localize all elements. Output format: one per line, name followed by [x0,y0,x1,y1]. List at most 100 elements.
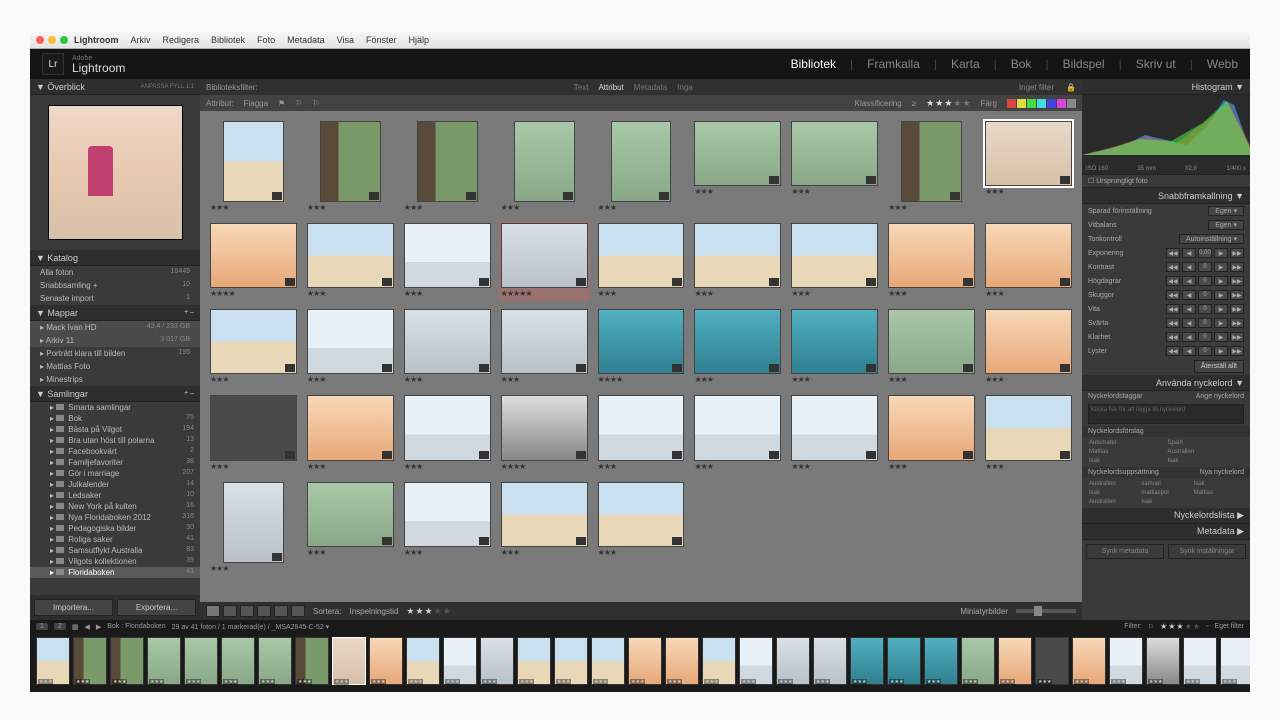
keyword-set-item[interactable]: Mattias [1193,489,1244,497]
grid-cell[interactable]: ★★★★★ [499,221,590,301]
menu-bibliotek[interactable]: Bibliotek [211,35,245,45]
keyword-set-item[interactable]: Isak [1088,489,1139,497]
module-bibliotek[interactable]: Bibliotek [791,57,836,71]
module-bildspel[interactable]: Bildspel [1063,57,1105,71]
filmstrip-thumb[interactable]: ★★★ [924,637,958,685]
compare-view-icon[interactable] [240,605,254,617]
keyword-entry[interactable]: Klicka här för att lägga till nyckelord [1088,404,1244,424]
keyword-suggestion[interactable]: Automater [1088,439,1166,447]
grid-cell[interactable]: ★★★ [983,221,1074,301]
toolbar-rating[interactable]: ★★★★★ [406,606,450,617]
grid-cell[interactable]: ★★★★ [499,393,590,473]
color-swatch[interactable] [1037,99,1046,108]
color-swatch[interactable] [1057,99,1066,108]
filmstrip-thumb[interactable]: ★★★ [628,637,662,685]
filmstrip-thumb[interactable]: ★★★ [1220,637,1250,685]
grid-cell[interactable]: ★★★ [499,119,590,215]
flag-unflagged-icon[interactable]: ⚐ [295,99,302,108]
grid-cell[interactable]: ★★★ [789,307,880,387]
menu-redigera[interactable]: Redigera [163,35,200,45]
grid-cell[interactable]: ★★★ [983,119,1074,215]
filmstrip-thumb[interactable]: ★★★ [480,637,514,685]
filter-lock-icon[interactable]: 🔒 [1066,83,1076,92]
grid-cell[interactable]: ★★★ [208,119,299,215]
histogram-header[interactable]: Histogram ▼ [1082,79,1250,95]
folders-header[interactable]: ▼ Mappar+ – [30,305,200,321]
folder-row[interactable]: ▸ Arkiv 113 017 GB [30,334,200,347]
grid-cell[interactable]: ★★★ [208,480,299,576]
filmstrip-thumb[interactable]: ★★★ [776,637,810,685]
sort-dropdown[interactable]: Inspelningstid [349,607,398,616]
import-button[interactable]: Importera... [34,599,113,616]
grid-cell[interactable]: ★★★ [983,393,1074,473]
collection-item[interactable]: ▸ Bra utan höst till polarna13 [30,435,200,446]
collection-item[interactable]: ▸ Samsutflykt Australia83 [30,545,200,556]
collection-item[interactable]: ▸ Floridaboken41 [30,567,200,578]
keywords-header[interactable]: Använda nyckelord ▼ [1082,375,1250,391]
quickdev-header[interactable]: Snabbframkallning ▼ [1082,188,1250,204]
grid-cell[interactable]: ★★★ [789,119,880,215]
grid-cell[interactable]: ★★★ [402,119,493,215]
keyword-set-item[interactable]: mattiaspol [1140,489,1191,497]
filmstrip-thumb[interactable]: ★★★ [258,637,292,685]
keyword-suggestion[interactable]: Mattias [1088,448,1166,456]
filter-tab-text[interactable]: Text [574,83,589,92]
keywordlist-header[interactable]: Nyckelordslista ▶ [1082,508,1250,524]
zoom-icon[interactable] [60,36,68,44]
rating-stars[interactable]: ★★★★★ [926,98,970,109]
collection-item[interactable]: ▸ Bok75 [30,413,200,424]
module-webb[interactable]: Webb [1207,57,1238,71]
filmstrip-thumb[interactable]: ★★★ [887,637,921,685]
filmstrip-thumb[interactable]: ★★★ [443,637,477,685]
grid-cell[interactable]: ★★★ [983,307,1074,387]
filmstrip-thumb[interactable]: ★★★ [295,637,329,685]
collection-item[interactable]: ▸ Familjefavoriter38 [30,457,200,468]
keyword-set-item[interactable]: samuel [1140,480,1191,488]
grid-cell[interactable]: ★★★ [692,307,783,387]
collection-item[interactable]: ▸ Facebookvärt2 [30,446,200,457]
filter-tab-metadata[interactable]: Metadata [634,83,667,92]
navigator-preview[interactable] [30,95,200,250]
menu-metadata[interactable]: Metadata [287,35,325,45]
folder-row[interactable]: ▸ Porträtt klara till bilden195 [30,347,200,360]
grid-cell[interactable]: ★★★ [499,307,590,387]
grid-cell[interactable]: ★★★ [208,393,299,473]
filmstrip-thumb[interactable]: ★★★ [332,637,366,685]
grid-cell[interactable]: ★★★ [596,480,687,576]
grid-cell[interactable]: ★★★ [208,307,299,387]
collection-item[interactable]: ▸ Ledsaker10 [30,490,200,501]
keyword-suggestion[interactable]: Australien [1167,448,1245,456]
grid-cell[interactable]: ★★★ [305,393,396,473]
filmstrip-thumb[interactable]: ★★★ [73,637,107,685]
filmstrip[interactable]: ★★★★★★★★★★★★★★★★★★★★★★★★★★★★★★★★★★★★★★★★… [30,633,1250,692]
grid-cell[interactable]: ★★★ [692,393,783,473]
collection-item[interactable]: ▸ Nya Floridaboken 2012316 [30,512,200,523]
filmstrip-thumb[interactable]: ★★★ [1035,637,1069,685]
grid-cell[interactable]: ★★★★ [208,221,299,301]
grid-cell[interactable]: ★★★ [886,221,977,301]
collections-header[interactable]: ▼ Samlingar+ – [30,386,200,402]
grid-cell[interactable]: ★★★ [789,221,880,301]
collection-item[interactable]: ▸ Gör i marriage207 [30,468,200,479]
grid-cell[interactable]: ★★★ [305,307,396,387]
keyword-set-item[interactable]: Isak [1193,480,1244,488]
filmstrip-thumb[interactable]: ★★★ [36,637,70,685]
grid-cell[interactable]: ★★★ [886,307,977,387]
filmstrip-thumb[interactable]: ★★★ [517,637,551,685]
menu-fönster[interactable]: Fönster [366,35,397,45]
back-icon[interactable]: ◀ [84,623,89,631]
collection-item[interactable]: ▸ New York på kulten16 [30,501,200,512]
filmstrip-thumb[interactable]: ★★★ [147,637,181,685]
keyword-suggestion[interactable]: Isak [1167,457,1245,465]
folder-row[interactable]: ▸ Mattias Foto [30,360,200,373]
filmstrip-thumb[interactable]: ★★★ [665,637,699,685]
flag-rejected-icon[interactable]: ⚐ [312,99,319,108]
keyword-set-dropdown[interactable]: Nya nyckelord [1200,469,1244,476]
grid-cell[interactable]: ★★★★ [596,307,687,387]
filmstrip-thumb[interactable]: ★★★ [591,637,625,685]
filter-tab-attribut[interactable]: Attribut [598,83,623,92]
menu-arkiv[interactable]: Arkiv [131,35,151,45]
grid-cell[interactable]: ★★★ [692,221,783,301]
filmstrip-thumb[interactable]: ★★★ [1183,637,1217,685]
color-swatch[interactable] [1017,99,1026,108]
